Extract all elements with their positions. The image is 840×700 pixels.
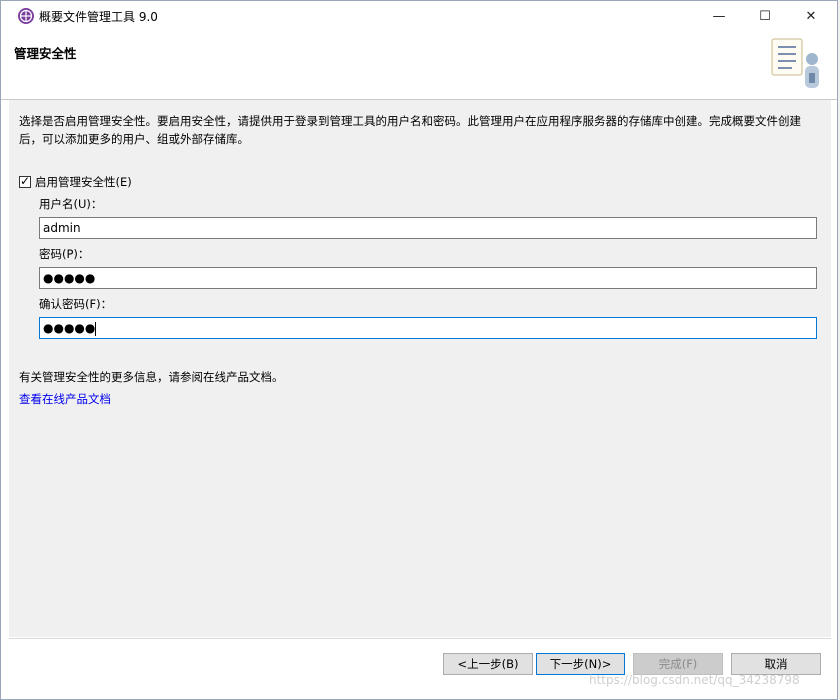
cancel-button[interactable]: 取消 bbox=[731, 653, 821, 675]
username-label: 用户名(U)： bbox=[39, 197, 103, 211]
password-input[interactable]: ●●●●● bbox=[39, 267, 817, 289]
confirm-password-label: 确认密码(F)： bbox=[39, 297, 113, 311]
back-button[interactable]: <上一步(B) bbox=[443, 653, 533, 675]
description-text: 选择是否启用管理安全性。要启用安全性，请提供用于登录到管理工具的用户名和密码。此… bbox=[19, 114, 801, 146]
close-button[interactable]: ✕ bbox=[788, 1, 834, 31]
footer-divider bbox=[9, 638, 831, 639]
text-caret bbox=[95, 321, 97, 336]
password-label: 密码(P)： bbox=[39, 247, 90, 261]
page-title: 管理安全性 bbox=[14, 46, 77, 61]
finish-button[interactable]: 完成(F) bbox=[633, 653, 723, 675]
next-button[interactable]: 下一步(N)> bbox=[536, 653, 625, 675]
content-panel: 选择是否启用管理安全性。要启用安全性，请提供用于登录到管理工具的用户名和密码。此… bbox=[9, 100, 831, 637]
username-value: admin bbox=[43, 221, 81, 235]
minimize-button[interactable]: — bbox=[696, 1, 742, 31]
minimize-icon: — bbox=[712, 8, 726, 24]
app-globe-icon bbox=[18, 8, 34, 24]
wizard-header: 管理安全性 bbox=[1, 31, 837, 100]
username-input[interactable]: admin bbox=[39, 217, 817, 239]
close-icon: ✕ bbox=[805, 8, 817, 24]
password-value: ●●●●● bbox=[43, 271, 96, 285]
wizard-window: 概要文件管理工具 9.0 — ☐ ✕ 管理安全性 选择是否启用管理安全性。要启用… bbox=[0, 0, 838, 700]
enable-security-label: 启用管理安全性(E) bbox=[35, 175, 132, 189]
checklist-user-icon bbox=[771, 38, 819, 88]
online-docs-link[interactable]: 查看在线产品文档 bbox=[19, 391, 111, 407]
confirm-password-input[interactable]: ●●●●● bbox=[39, 317, 817, 339]
info-text: 有关管理安全性的更多信息，请参阅在线产品文档。 bbox=[19, 370, 284, 384]
confirm-password-value: ●●●●● bbox=[43, 321, 96, 335]
enable-security-row[interactable]: ✓ 启用管理安全性(E) bbox=[19, 174, 132, 190]
enable-security-checkbox[interactable]: ✓ bbox=[19, 174, 31, 188]
check-icon: ✓ bbox=[20, 174, 31, 188]
title-bar: 概要文件管理工具 9.0 — ☐ ✕ bbox=[1, 1, 837, 31]
window-title: 概要文件管理工具 9.0 bbox=[39, 10, 158, 24]
watermark-text: https://blog.csdn.net/qq_34238798 bbox=[589, 673, 800, 687]
maximize-button[interactable]: ☐ bbox=[742, 1, 788, 31]
maximize-icon: ☐ bbox=[759, 8, 771, 24]
